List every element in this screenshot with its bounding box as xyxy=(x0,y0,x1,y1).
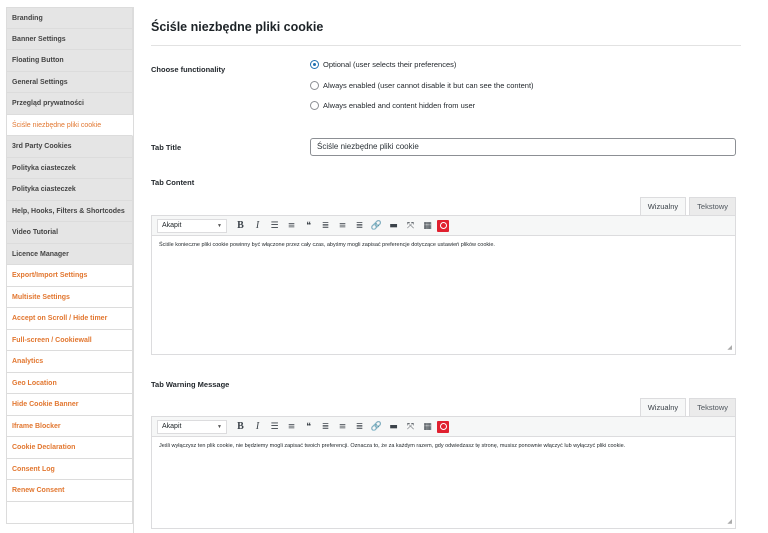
plugin-icon[interactable] xyxy=(437,219,449,232)
editor-text: Jeśli wyłączysz ten plik cookie, nie będ… xyxy=(159,443,626,449)
chevron-down-icon: ▼ xyxy=(217,222,222,229)
sidebar-item[interactable]: Przegląd prywatności xyxy=(6,93,133,115)
link-icon[interactable]: 🔗 xyxy=(369,420,384,434)
bold-icon[interactable]: B xyxy=(233,420,248,434)
blockquote-icon[interactable]: ❝ xyxy=(301,420,316,434)
tab-content-label: Tab Content xyxy=(151,178,195,187)
editor-content-area[interactable]: Jeśli wyłączysz ten plik cookie, nie będ… xyxy=(152,437,735,528)
sidebar-item[interactable]: Geo Location xyxy=(6,372,133,394)
sidebar-item[interactable]: Full-screen / Cookiewall xyxy=(6,329,133,351)
title-divider xyxy=(151,45,741,46)
sidebar-item[interactable]: General Settings xyxy=(6,71,133,93)
functionality-label: Choose functionality xyxy=(151,65,226,74)
sidebar-item[interactable]: Accept on Scroll / Hide timer xyxy=(6,308,133,330)
plugin-icon[interactable] xyxy=(437,420,449,433)
chevron-down-icon: ▼ xyxy=(217,423,222,430)
sidebar-spacer xyxy=(6,501,133,524)
bullet-list-icon[interactable]: ☰ xyxy=(267,420,282,434)
format-select[interactable]: Akapit ▼ xyxy=(157,218,227,233)
sidebar-item[interactable]: Branding xyxy=(6,7,133,29)
sidebar-item[interactable]: Polityka ciasteczek xyxy=(6,179,133,201)
sidebar-item[interactable]: 3rd Party Cookies xyxy=(6,136,133,158)
align-left-icon[interactable]: ≣ xyxy=(318,219,333,233)
link-icon[interactable]: 🔗 xyxy=(369,219,384,233)
bullet-list-icon[interactable]: ☰ xyxy=(267,219,282,233)
italic-icon[interactable]: I xyxy=(250,420,265,434)
format-select[interactable]: Akapit ▼ xyxy=(157,419,227,434)
fullscreen-icon[interactable]: ⤧ xyxy=(403,420,418,434)
sidebar-item[interactable]: Multisite Settings xyxy=(6,286,133,308)
align-center-icon[interactable]: ≡ xyxy=(335,420,350,434)
editor-mode-tabs: Wizualny Tekstowy xyxy=(637,197,736,215)
italic-icon[interactable]: I xyxy=(250,219,265,233)
radio-label: Always enabled and content hidden from u… xyxy=(323,101,476,110)
settings-sidebar: Branding Banner Settings Floating Button Ge… xyxy=(6,7,133,524)
sidebar-item[interactable]: Licence Manager xyxy=(6,243,133,265)
sidebar-item[interactable]: Polityka ciasteczek xyxy=(6,157,133,179)
align-right-icon[interactable]: ≣ xyxy=(352,420,367,434)
radio-button-always-hidden[interactable] xyxy=(310,101,319,110)
page-title: Ściśle niezbędne pliki cookie xyxy=(151,20,324,34)
read-more-icon[interactable]: ▬ xyxy=(386,219,401,233)
sidebar-item[interactable]: Cookie Declaration xyxy=(6,437,133,459)
sidebar-item[interactable]: Analytics xyxy=(6,351,133,373)
sidebar-item[interactable]: Hide Cookie Banner xyxy=(6,394,133,416)
editor-toolbar: Akapit ▼ B I ☰ ≡ ❝ ≣ ≡ ≣ 🔗 ▬ ⤧ ▦ xyxy=(152,216,735,236)
sidebar-item[interactable]: Banner Settings xyxy=(6,28,133,50)
toolbar-toggle-icon[interactable]: ▦ xyxy=(420,219,435,233)
sidebar-item[interactable]: Consent Log xyxy=(6,458,133,480)
tab-warning-editor: Akapit ▼ B I ☰ ≡ ❝ ≣ ≡ ≣ 🔗 ▬ ⤧ ▦ Jeśli w… xyxy=(151,416,736,529)
tab-title-label: Tab Title xyxy=(151,143,182,152)
radio-option-optional[interactable]: Optional (user selects their preferences… xyxy=(310,60,456,69)
numbered-list-icon[interactable]: ≡ xyxy=(284,420,299,434)
sidebar-divider xyxy=(133,7,134,533)
radio-button-always-enabled[interactable] xyxy=(310,81,319,90)
sidebar-item[interactable]: Export/Import Settings xyxy=(6,265,133,287)
radio-label: Always enabled (user cannot disable it b… xyxy=(323,81,534,90)
tab-visual[interactable]: Wizualny xyxy=(639,197,687,215)
sidebar-item[interactable]: Ściśle niezbędne pliki cookie xyxy=(6,114,133,136)
blockquote-icon[interactable]: ❝ xyxy=(301,219,316,233)
editor-toolbar: Akapit ▼ B I ☰ ≡ ❝ ≣ ≡ ≣ 🔗 ▬ ⤧ ▦ xyxy=(152,417,735,437)
tab-visual[interactable]: Wizualny xyxy=(639,398,687,416)
sidebar-item[interactable]: Help, Hooks, Filters & Shortcodes xyxy=(6,200,133,222)
radio-option-always-enabled[interactable]: Always enabled (user cannot disable it b… xyxy=(310,81,534,90)
resize-handle-icon[interactable]: ◢ xyxy=(727,344,732,351)
resize-handle-icon[interactable]: ◢ xyxy=(727,518,732,525)
sidebar-item[interactable]: Renew Consent xyxy=(6,480,133,502)
radio-button-optional[interactable] xyxy=(310,60,319,69)
editor-mode-tabs: Wizualny Tekstowy xyxy=(637,398,736,416)
align-right-icon[interactable]: ≣ xyxy=(352,219,367,233)
format-select-value: Akapit xyxy=(162,423,182,430)
sidebar-item[interactable]: Video Tutorial xyxy=(6,222,133,244)
editor-content-area[interactable]: Ściśle konieczne pliki cookie powinny by… xyxy=(152,236,735,354)
read-more-icon[interactable]: ▬ xyxy=(386,420,401,434)
radio-label: Optional (user selects their preferences… xyxy=(323,60,457,69)
sidebar-item[interactable]: Iframe Blocker xyxy=(6,415,133,437)
tab-content-editor: Akapit ▼ B I ☰ ≡ ❝ ≣ ≡ ≣ 🔗 ▬ ⤧ ▦ Ściśle … xyxy=(151,215,736,355)
numbered-list-icon[interactable]: ≡ xyxy=(284,219,299,233)
tab-text[interactable]: Tekstowy xyxy=(689,398,736,416)
toolbar-toggle-icon[interactable]: ▦ xyxy=(420,420,435,434)
fullscreen-icon[interactable]: ⤧ xyxy=(403,219,418,233)
tab-text[interactable]: Tekstowy xyxy=(689,197,736,215)
bold-icon[interactable]: B xyxy=(233,219,248,233)
tab-warning-label: Tab Warning Message xyxy=(151,380,230,389)
sidebar-item[interactable]: Floating Button xyxy=(6,50,133,72)
format-select-value: Akapit xyxy=(162,222,182,229)
align-center-icon[interactable]: ≡ xyxy=(335,219,350,233)
editor-text: Ściśle konieczne pliki cookie powinny by… xyxy=(159,242,495,248)
radio-option-always-hidden[interactable]: Always enabled and content hidden from u… xyxy=(310,101,475,110)
tab-title-input[interactable]: Ściśle niezbędne pliki cookie xyxy=(310,138,736,156)
align-left-icon[interactable]: ≣ xyxy=(318,420,333,434)
